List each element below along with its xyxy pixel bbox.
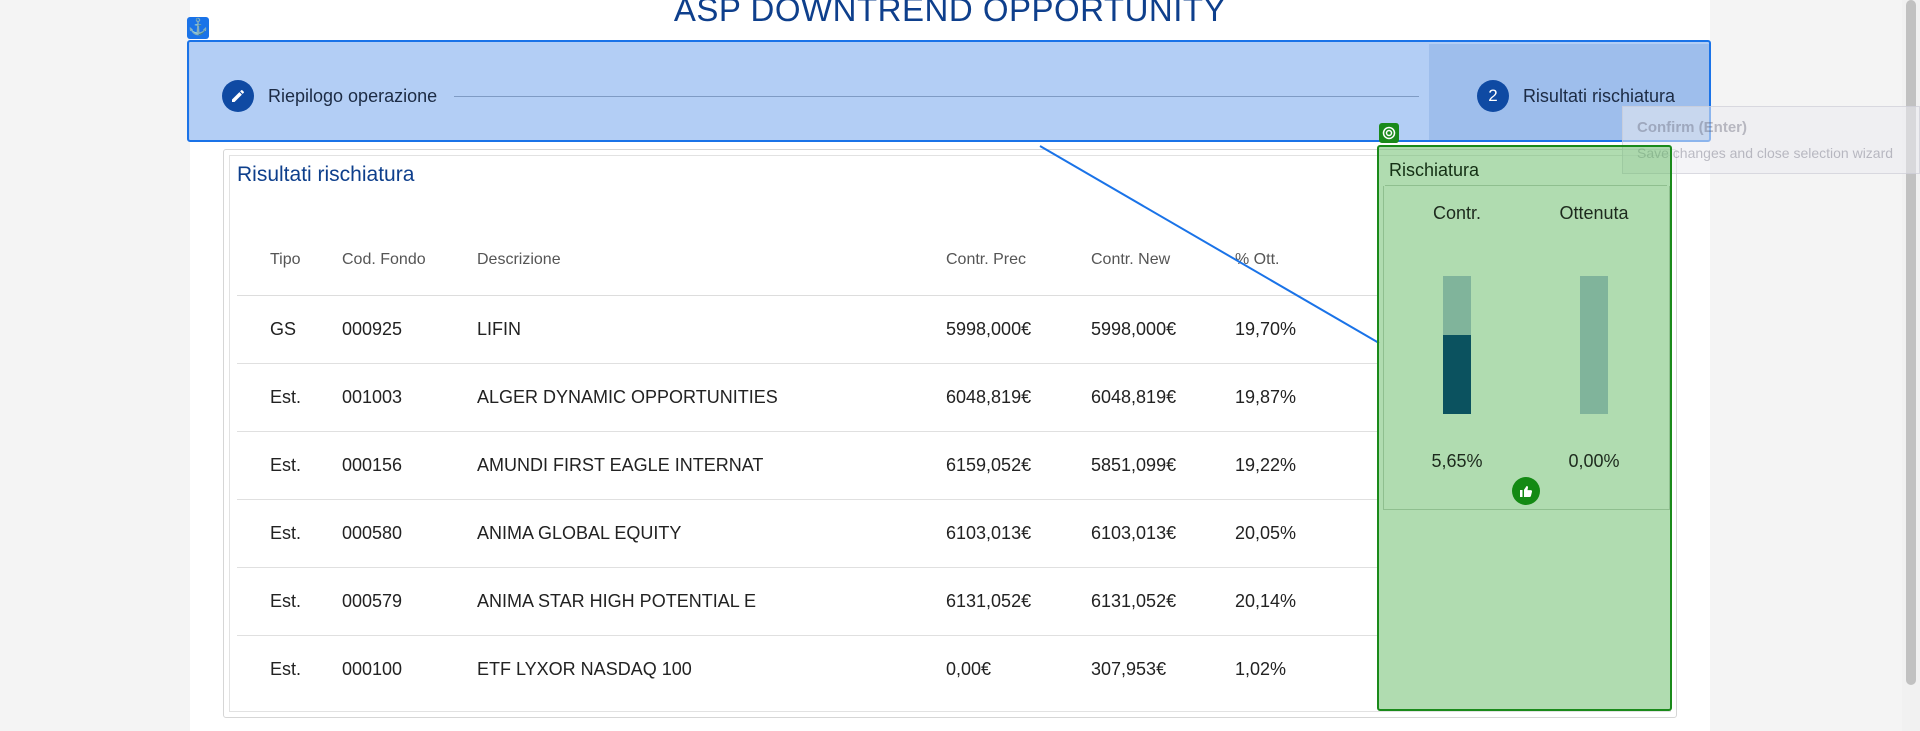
stepper-overlay: Riepilogo operazione 2 Risultati rischia… bbox=[187, 40, 1711, 142]
cell-contr-new: 307,953€ bbox=[1091, 659, 1167, 679]
column-header-contr-prec[interactable]: Contr. Prec bbox=[945, 225, 1090, 296]
stepper: Riepilogo operazione 2 Risultati rischia… bbox=[189, 42, 1709, 140]
cell-cod-fondo: 001003 bbox=[341, 363, 476, 432]
contr-label: Contr. bbox=[1432, 203, 1482, 223]
ottenuta-label: Ottenuta bbox=[1559, 203, 1629, 223]
thumbs-up-icon bbox=[1512, 477, 1540, 505]
cell-contr-prec: 6103,013€ bbox=[945, 499, 1090, 568]
cell-cod-fondo: 000579 bbox=[341, 567, 476, 636]
cell-perc-ott: 19,70% bbox=[1234, 295, 1377, 364]
results-table: Tipo Cod. Fondo Descrizione Contr. Prec … bbox=[237, 225, 1377, 703]
confirm-tooltip-title: Confirm (Enter) bbox=[1637, 119, 1747, 136]
table-row[interactable]: Est. 000580 ANIMA GLOBAL EQUITY 6103,013… bbox=[237, 499, 1377, 568]
cell-contr-prec: 6131,052€ bbox=[945, 567, 1090, 636]
table-row[interactable]: GS 000925 LIFIN 5998,000€ 5998,000€ 19,7… bbox=[237, 295, 1377, 364]
cell-perc-ott: 19,22% bbox=[1234, 431, 1377, 500]
cell-contr-new: 6103,013€ bbox=[1090, 499, 1234, 568]
cell-contr-new: 5998,000€ bbox=[1090, 295, 1234, 364]
cell-perc-ott: 19,87% bbox=[1234, 363, 1377, 432]
results-title: Risultati rischiatura bbox=[237, 163, 415, 186]
cell-cod-fondo: 000156 bbox=[341, 431, 476, 500]
cell-contr-new: 5851,099€ bbox=[1090, 431, 1234, 500]
step-riepilogo-operazione[interactable]: Riepilogo operazione bbox=[222, 80, 437, 112]
step-label: Riepilogo operazione bbox=[268, 85, 438, 106]
rischiatura-title: Rischiatura bbox=[1389, 160, 1480, 180]
contr-value: 5,65% bbox=[1431, 451, 1483, 471]
contr-bar bbox=[1443, 276, 1471, 414]
table-header-row: Tipo Cod. Fondo Descrizione Contr. Prec … bbox=[237, 225, 1377, 296]
confirm-tooltip-subtitle: Save changes and close selection wizard bbox=[1637, 145, 1894, 161]
step-number: 2 bbox=[1476, 80, 1509, 112]
cell-contr-prec: 0,00€ bbox=[946, 659, 992, 679]
table-row[interactable]: Est. 000100 ETF LYXOR NASDAQ 100 0,00€ 3… bbox=[237, 636, 1377, 704]
column-header-contr-new[interactable]: Contr. New bbox=[1090, 225, 1234, 296]
cell-descrizione: AMUNDI FIRST EAGLE INTERNAT bbox=[476, 431, 945, 500]
cell-contr-prec: 5998,000€ bbox=[945, 295, 1090, 364]
cell-contr-new: 6131,052€ bbox=[1090, 567, 1234, 636]
cell-tipo: Est. bbox=[237, 499, 341, 568]
cell-contr-new: 6048,819€ bbox=[1090, 363, 1234, 432]
table-row[interactable]: Est. 001003 ALGER DYNAMIC OPPORTUNITIES … bbox=[237, 363, 1377, 432]
cell-descrizione: ETF LYXOR NASDAQ 100 bbox=[477, 659, 692, 679]
cell-descrizione: ALGER DYNAMIC OPPORTUNITIES bbox=[476, 363, 945, 432]
cell-cod-fondo: 000925 bbox=[341, 295, 476, 364]
cell-tipo: Est. bbox=[237, 431, 341, 500]
contr-bar-fill bbox=[1443, 335, 1471, 414]
ottenuta-value: 0,00% bbox=[1568, 451, 1620, 471]
cell-tipo: Est. bbox=[237, 363, 341, 432]
ottenuta-bar bbox=[1580, 276, 1608, 414]
cell-tipo: Est. bbox=[270, 659, 302, 679]
column-header-tipo[interactable]: Tipo bbox=[237, 225, 341, 296]
cell-descrizione: ANIMA STAR HIGH POTENTIAL E bbox=[476, 567, 945, 636]
cell-cod-fondo: 000580 bbox=[341, 499, 476, 568]
pencil-icon bbox=[222, 80, 254, 112]
column-header-perc-ott[interactable]: % Ott. bbox=[1234, 225, 1377, 296]
cell-contr-prec: 6048,819€ bbox=[945, 363, 1090, 432]
cell-contr-prec: 6159,052€ bbox=[945, 431, 1090, 500]
column-header-cod-fondo[interactable]: Cod. Fondo bbox=[341, 225, 476, 296]
column-header-descrizione[interactable]: Descrizione bbox=[476, 225, 945, 296]
scrollbar-thumb[interactable] bbox=[1906, 0, 1916, 685]
page-title: ASP DOWNTREND OPPORTUNITY bbox=[673, 0, 1227, 28]
cell-tipo: Est. bbox=[237, 567, 341, 636]
stepper-connector-line bbox=[454, 96, 1419, 97]
table-row[interactable]: Est. 000156 AMUNDI FIRST EAGLE INTERNAT … bbox=[237, 431, 1377, 500]
cell-perc-ott: 20,14% bbox=[1234, 567, 1377, 636]
cell-tipo: GS bbox=[237, 295, 341, 364]
target-icon bbox=[1379, 123, 1399, 143]
table-row[interactable]: Est. 000579 ANIMA STAR HIGH POTENTIAL E … bbox=[237, 567, 1377, 636]
cell-descrizione: ANIMA GLOBAL EQUITY bbox=[476, 499, 945, 568]
cell-perc-ott: 1,02% bbox=[1235, 659, 1287, 679]
step-label: Risultati rischiatura bbox=[1522, 85, 1675, 106]
cell-descrizione: LIFIN bbox=[476, 295, 945, 364]
anchor-icon: ⚓ bbox=[187, 17, 209, 39]
cell-cod-fondo: 000100 bbox=[342, 659, 403, 679]
cell-perc-ott: 20,05% bbox=[1234, 499, 1377, 568]
